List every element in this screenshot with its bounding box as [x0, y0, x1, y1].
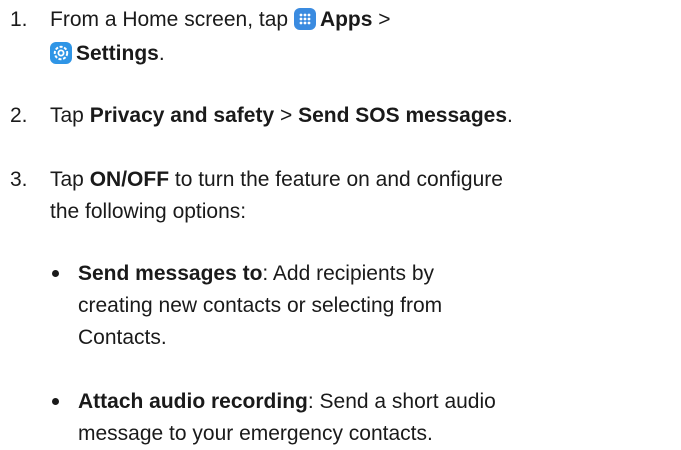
bullet-text-line1: Send messages to: Add recipients by [78, 258, 434, 289]
step-number: 2. [10, 104, 28, 127]
step-number: 3. [10, 168, 28, 191]
step-text-rest: to turn the feature on and configure [174, 168, 503, 191]
step-3-text-line2: the following options: [50, 200, 247, 223]
bullet-dot [52, 398, 59, 405]
list-item: Send messages to: Add recipients by crea… [52, 258, 652, 354]
settings-label: Settings [76, 42, 159, 65]
step-2-text: Tap Privacy and safety > Send SOS messag… [50, 100, 513, 131]
bullet-term: Send messages to [78, 262, 263, 285]
apps-grid-icon [293, 8, 316, 30]
step-1-text: From a Home screen, tap Apps > [50, 4, 391, 35]
list-item: Attach audio recording: Send a short aud… [52, 386, 652, 450]
bullet-term: Attach audio recording [78, 390, 308, 413]
privacy-and-safety-label: Privacy and safety [89, 104, 275, 127]
period: . [158, 42, 165, 65]
settings-gear-icon [50, 42, 72, 64]
bullet-desc: : Send a short audio [307, 390, 496, 413]
separator: > [279, 104, 293, 127]
bullet-text-line2: message to your emergency contacts. [78, 422, 433, 445]
step-3-text: Tap ON/OFF to turn the feature on and co… [50, 164, 503, 195]
step-text: Tap [50, 168, 84, 191]
step-number: 1. [10, 8, 28, 31]
step-1-text-line2: Settings. [50, 38, 165, 69]
bullet-text-line1: Attach audio recording: Send a short aud… [78, 386, 496, 417]
apps-label: Apps [319, 8, 373, 31]
period: . [507, 104, 513, 127]
bullet-dot [52, 270, 59, 277]
step-text: From a Home screen, tap [50, 8, 289, 31]
bullet-desc: : Add recipients by [262, 262, 435, 285]
bullet-text-line3: Contacts. [78, 326, 167, 349]
instructions-page: 1. From a Home screen, tap Apps > Settin… [0, 0, 681, 445]
send-sos-messages-label: Send SOS messages [298, 104, 508, 127]
separator: > [378, 8, 391, 31]
on-off-label: ON/OFF [89, 168, 170, 191]
bullet-text-line2: creating new contacts or selecting from [78, 294, 443, 317]
step-text: Tap [50, 104, 84, 127]
